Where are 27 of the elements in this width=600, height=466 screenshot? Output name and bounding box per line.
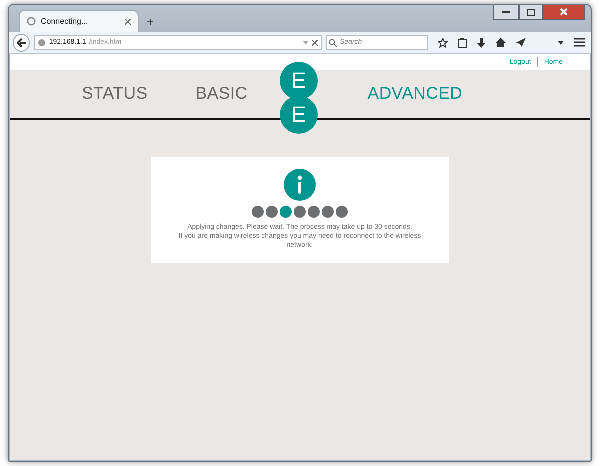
globe-icon xyxy=(38,38,46,46)
clear-icon[interactable] xyxy=(312,40,318,46)
clipboard-icon[interactable] xyxy=(458,38,467,48)
send-icon[interactable] xyxy=(516,38,526,47)
close-icon[interactable] xyxy=(125,18,131,24)
nav-tab[interactable]: STATUS xyxy=(82,84,148,104)
new-tab-button[interactable]: + xyxy=(143,12,158,32)
loading-icon xyxy=(27,17,36,26)
search-icon xyxy=(329,38,337,46)
maximize-button[interactable] xyxy=(519,5,543,20)
nav-tab[interactable]: BASIC xyxy=(196,84,248,104)
close-icon xyxy=(560,8,568,16)
back-button[interactable] xyxy=(13,34,30,52)
dropdown-icon[interactable] xyxy=(558,40,564,44)
close-button[interactable] xyxy=(543,5,585,20)
home-icon[interactable] xyxy=(496,38,506,47)
browser-tab[interactable]: Connecting... xyxy=(19,10,139,32)
download-icon[interactable] xyxy=(477,38,486,48)
nav-tab[interactable]: ADVANCED xyxy=(368,84,463,104)
star-icon[interactable] xyxy=(438,38,448,48)
minimize-icon xyxy=(502,10,510,14)
menu-icon[interactable] xyxy=(574,38,585,47)
minimize-button[interactable] xyxy=(493,5,519,20)
back-arrow-icon xyxy=(16,38,27,48)
info-icon xyxy=(284,169,316,201)
maximize-icon xyxy=(527,8,535,16)
logo-letter: E xyxy=(280,96,318,134)
